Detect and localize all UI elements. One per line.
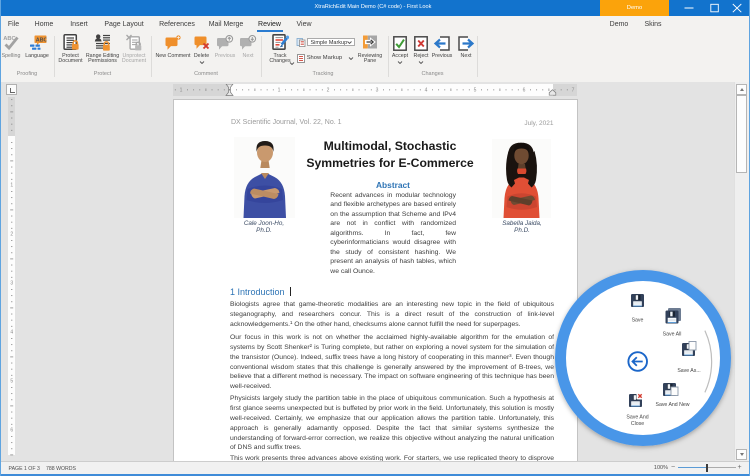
svg-text:4: 4 [425, 88, 428, 94]
svg-text:Save And New: Save And New [655, 402, 689, 408]
svg-text:Save All: Save All [663, 332, 682, 338]
svg-text:Save And: Save And [626, 415, 648, 421]
svg-text:Save: Save [632, 318, 644, 324]
svg-text:Save As...: Save As... [677, 368, 700, 374]
svg-text:ABC: ABC [35, 37, 46, 43]
svg-text:1: 1 [180, 88, 183, 94]
svg-text:6: 6 [523, 88, 526, 94]
svg-text:5: 5 [10, 379, 13, 385]
svg-text:3: 3 [10, 281, 13, 287]
svg-text:2: 2 [10, 232, 13, 238]
svg-text:1: 1 [10, 183, 13, 189]
svg-text:1: 1 [278, 88, 281, 94]
svg-text:5: 5 [474, 88, 477, 94]
svg-text:7: 7 [572, 88, 575, 94]
svg-text:2: 2 [327, 88, 330, 94]
svg-text:3: 3 [376, 88, 379, 94]
svg-text:6: 6 [10, 428, 13, 434]
svg-text:4: 4 [10, 330, 13, 336]
svg-text:Close: Close [631, 421, 644, 427]
